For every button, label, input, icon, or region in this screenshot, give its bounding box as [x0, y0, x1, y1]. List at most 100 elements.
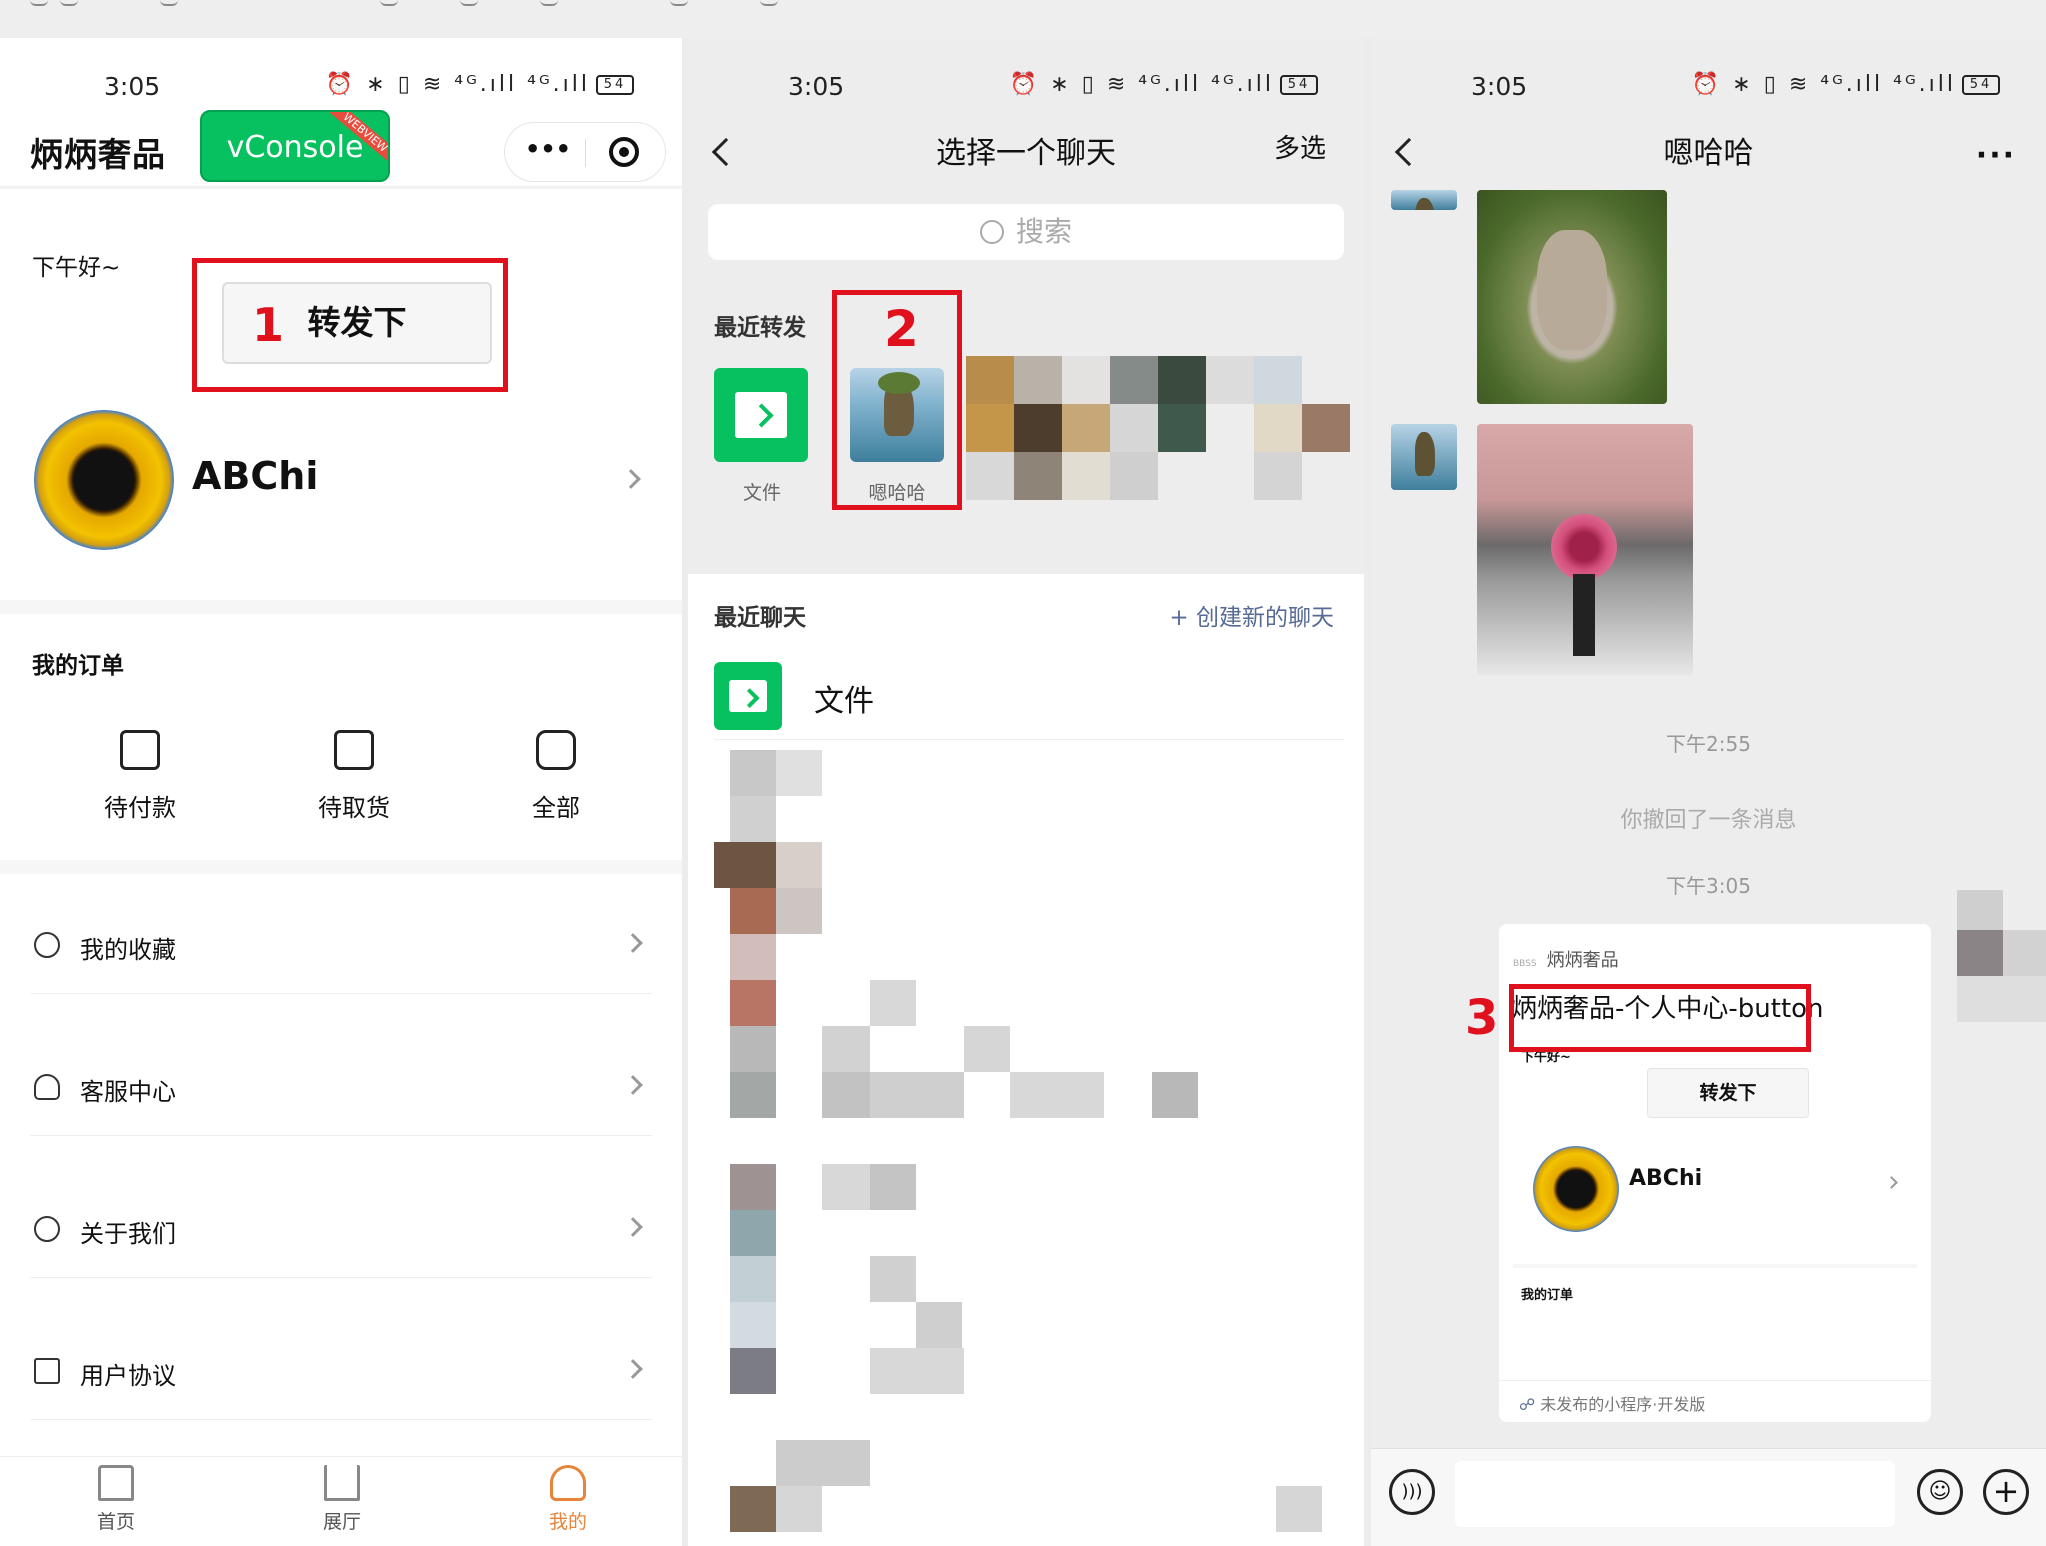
pixelated-avatar [1957, 976, 2046, 1022]
menu-item-favorites[interactable]: 我的收藏 [30, 894, 652, 994]
order-all[interactable]: 全部 [486, 730, 626, 823]
card-preview-button: 转发下 [1647, 1068, 1809, 1118]
message-input[interactable] [1455, 1461, 1895, 1527]
app-logo-icon: BBSS [1513, 959, 1537, 969]
signal-icons: ⏰ ∗ ▯ ≋ ⁴ᴳ.ıll ⁴ᴳ.ıll [1009, 72, 1274, 97]
marker-1: 1 [252, 298, 285, 352]
marker-2: 2 [884, 300, 919, 358]
menu-label: 关于我们 [80, 1220, 176, 1248]
phone-icon[interactable] [670, 0, 688, 6]
order-pending-payment[interactable]: 待付款 [70, 730, 210, 823]
marker-3: 3 [1465, 990, 1499, 1046]
capsule-separator [585, 139, 586, 167]
file-transfer-icon[interactable] [714, 368, 808, 462]
tab-label: 我的 [548, 1511, 587, 1533]
section-divider [0, 600, 682, 614]
pixelated-avatar [1957, 890, 2003, 930]
cut-icon[interactable] [760, 0, 778, 6]
recent-item-label: 文件 [742, 482, 781, 504]
sender-avatar[interactable] [1391, 190, 1457, 210]
favorite-icon [34, 932, 60, 958]
user-icon [550, 1465, 586, 1501]
card-preview-divider [1513, 1264, 1917, 1268]
chat-input-bar: ))) ☺ + [1371, 1448, 2046, 1546]
order-pending-pickup[interactable]: 待取货 [284, 730, 424, 823]
page-title: 选择一个聊天 [936, 136, 1116, 171]
chevron-right-icon [623, 1075, 643, 1095]
status-icons: ⏰ ∗ ▯ ≋ ⁴ᴳ.ıll ⁴ᴳ.ıll 54 [326, 72, 634, 97]
back-icon[interactable] [160, 0, 178, 6]
menu-item-agreement[interactable]: 用户协议 [30, 1320, 652, 1420]
file-transfer-icon [714, 662, 782, 730]
dot-icon [60, 0, 78, 6]
chat-row-file[interactable]: 文件 [714, 662, 1344, 740]
tab-label: 展厅 [322, 1511, 361, 1533]
chevron-right-icon [623, 933, 643, 953]
plus-icon[interactable]: + [1983, 1469, 2029, 1515]
battery-icon: 54 [596, 75, 634, 95]
chevron-right-icon[interactable] [621, 469, 641, 489]
search-icon[interactable] [380, 0, 398, 6]
search-input[interactable]: 搜索 [708, 204, 1344, 260]
more-icon[interactable]: ··· [1976, 138, 2016, 173]
copy-icon[interactable] [540, 0, 558, 6]
order-label: 待付款 [104, 794, 176, 822]
card-app-name: BBSS 炳炳奢品 [1513, 946, 1619, 972]
status-bar: 3:05 ⏰ ∗ ▯ ≋ ⁴ᴳ.ıll ⁴ᴳ.ıll 54 [688, 66, 1364, 110]
menu-label: 我的收藏 [80, 936, 176, 964]
card-preview-username: ABChi [1629, 1166, 1703, 1191]
timestamp: 下午2:55 [1666, 732, 1751, 756]
tab-mine[interactable]: 我的 [508, 1465, 628, 1534]
search-placeholder: 搜索 [1015, 215, 1072, 248]
miniprogram-link-icon: ☍ [1519, 1395, 1541, 1414]
tab-home[interactable]: 首页 [56, 1465, 176, 1534]
multi-select-button[interactable]: 多选 [1274, 128, 1326, 165]
status-time: 3:05 [788, 72, 845, 101]
package-icon [334, 730, 374, 770]
new-chat-button[interactable]: + 创建新的聊天 [1169, 598, 1334, 632]
battery-icon: 54 [1962, 75, 2000, 95]
menu-item-support[interactable]: 客服中心 [30, 1036, 652, 1136]
more-icon[interactable]: ••• [525, 135, 571, 163]
card-preview-orders: 我的订单 [1521, 1288, 1574, 1303]
forward-button[interactable]: 1 转发下 [222, 282, 492, 364]
chat-name: 文件 [814, 684, 874, 719]
recent-forward-title: 最近转发 [714, 315, 806, 341]
voice-icon[interactable]: ))) [1389, 1469, 1435, 1515]
card-footer-label: 未发布的小程序·开发版 [1540, 1395, 1706, 1414]
card-footer: ☍ 未发布的小程序·开发版 [1499, 1380, 1931, 1422]
chat-title: 嗯哈哈 [1663, 136, 1754, 171]
status-bar: 3:05 ⏰ ∗ ▯ ≋ ⁴ᴳ.ıll ⁴ᴳ.ıll 54 [0, 66, 682, 110]
headset-icon [34, 1074, 60, 1100]
image-message-kangaroo[interactable] [1477, 190, 1667, 404]
search-icon [979, 220, 1004, 244]
card-app-label: 炳炳奢品 [1546, 950, 1619, 971]
chevron-right-icon [623, 1217, 643, 1237]
pixelated-avatar [1957, 930, 2003, 976]
list-icon [536, 730, 576, 770]
tab-hall[interactable]: 展厅 [282, 1465, 402, 1534]
vconsole-button[interactable]: vConsole WEBVIEW [200, 110, 390, 182]
menu-label: 客服中心 [80, 1078, 176, 1106]
close-miniprogram-icon[interactable] [609, 137, 639, 167]
image-message-street[interactable] [1477, 424, 1693, 676]
home-icon [98, 1465, 134, 1501]
sender-avatar[interactable] [1391, 424, 1457, 490]
menu-item-about[interactable]: 关于我们 [30, 1178, 652, 1278]
capsule-menu: ••• [504, 122, 666, 182]
timestamp: 下午3:05 [1666, 874, 1751, 898]
signal-icons: ⏰ ∗ ▯ ≋ ⁴ᴳ.ıll ⁴ᴳ.ıll [325, 72, 590, 97]
battery-icon: 54 [1280, 75, 1318, 95]
miniprogram-profile-screen: 3:05 ⏰ ∗ ▯ ≋ ⁴ᴳ.ıll ⁴ᴳ.ıll 54 炳炳奢品 vConso… [0, 38, 682, 1546]
status-time: 3:05 [104, 72, 161, 101]
order-label: 待取货 [318, 794, 390, 822]
search-icon[interactable] [460, 0, 478, 6]
select-chat-screen: 3:05 ⏰ ∗ ▯ ≋ ⁴ᴳ.ıll ⁴ᴳ.ıll 54 选择一个聊天 多选 搜… [688, 38, 1364, 1546]
emoji-icon[interactable]: ☺ [1917, 1469, 1963, 1515]
section-divider [0, 860, 682, 874]
avatar[interactable] [34, 410, 174, 550]
signal-icons: ⏰ ∗ ▯ ≋ ⁴ᴳ.ıll ⁴ᴳ.ıll [1691, 72, 1956, 97]
card-preview-avatar [1533, 1146, 1619, 1232]
pixelated-avatar [2003, 930, 2046, 976]
header-divider [0, 186, 682, 189]
